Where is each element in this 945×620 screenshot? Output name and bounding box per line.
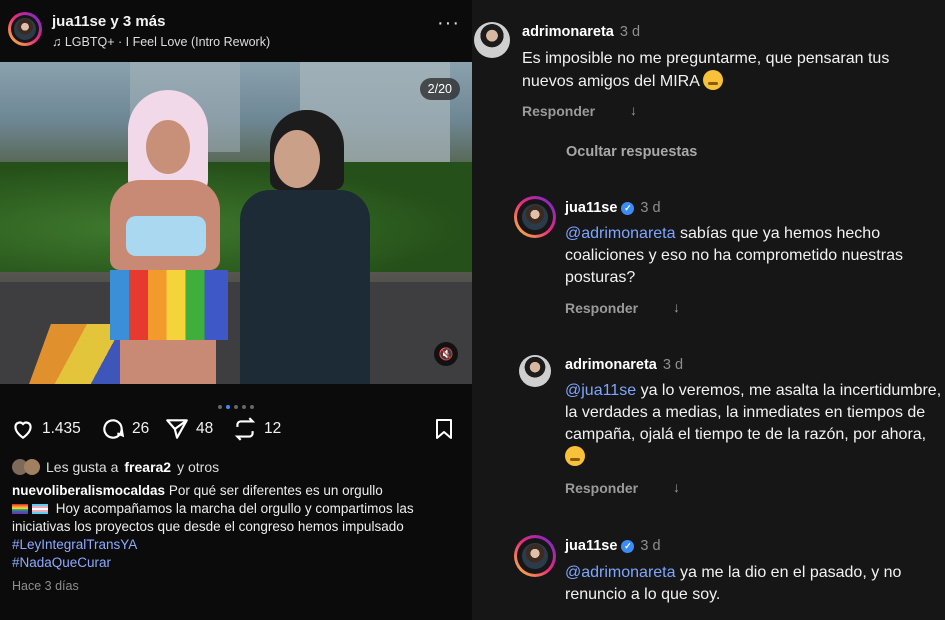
post-music[interactable]: ♫ LGBTQ+ · I Feel Love (Intro Rework) — [52, 35, 270, 49]
comment-icon — [103, 419, 125, 439]
carousel-dots — [0, 396, 472, 414]
share-count: 48 — [196, 420, 214, 437]
translate-down-arrow-icon[interactable]: ↓ — [673, 479, 680, 495]
liked-by-prefix: Les gusta a — [46, 459, 119, 475]
comment-text: @adrimonareta ya me la dio en el pasado,… — [565, 564, 902, 603]
comments-panel — [472, 0, 945, 620]
repost-button[interactable]: 12 — [232, 416, 281, 442]
like-button[interactable]: 1.435 — [10, 416, 81, 442]
post-actions: 1.435 26 48 12 — [10, 416, 460, 444]
verified-badge-icon: ✓ — [621, 540, 635, 553]
carousel-dot — [218, 405, 222, 409]
comment-time: 3 d — [640, 538, 661, 554]
repost-count: 12 — [264, 420, 282, 437]
comment-text: @jua11se ya lo veremos, me asalta la inc… — [565, 380, 945, 469]
comment-count: 26 — [132, 420, 150, 437]
share-button[interactable]: 48 — [164, 416, 213, 442]
comment-mention[interactable]: @jua11se — [565, 382, 636, 399]
rainbow-flag-icon — [12, 504, 28, 515]
carousel-dot — [242, 405, 246, 409]
more-dots-icon[interactable]: ··· — [437, 13, 460, 33]
liked-by-user[interactable]: freara2 — [124, 459, 171, 475]
post-music-label: LGBTQ+ · I Feel Love (Intro Rework) — [64, 35, 271, 49]
commenter-avatar[interactable] — [514, 535, 556, 577]
send-icon — [166, 419, 188, 439]
post-author-avatar[interactable] — [8, 12, 42, 46]
carousel-dot-active — [226, 405, 230, 409]
caption-username[interactable]: nuevoliberalismocaldas — [12, 483, 165, 498]
heart-icon — [14, 421, 32, 439]
hashtag-link[interactable]: #NadaQueCurar — [12, 555, 111, 570]
muted-speaker-icon[interactable]: 🔇 — [434, 342, 458, 366]
carousel-counter: 2/20 — [419, 78, 460, 100]
post-caption: nuevoliberalismocaldas Por qué ser difer… — [12, 482, 460, 572]
post-author-line[interactable]: jua11se y 3 más — [52, 13, 165, 30]
reply-button[interactable]: Responder — [565, 480, 638, 496]
save-button[interactable] — [432, 416, 456, 447]
commenter-avatar[interactable] — [514, 196, 556, 238]
hide-replies-button[interactable]: Ocultar respuestas — [566, 144, 697, 160]
reply-button[interactable]: Responder — [522, 103, 595, 119]
post-photo[interactable]: 2/20 🔇 — [0, 62, 472, 384]
comment-username[interactable]: adrimonareta 3 d — [565, 357, 683, 373]
comment-text: Es imposible no me preguntarme, que pens… — [522, 50, 890, 90]
commenter-avatar[interactable] — [519, 355, 551, 387]
like-count: 1.435 — [42, 420, 81, 437]
bookmark-icon — [436, 419, 452, 439]
post-time-ago: Hace 3 días — [12, 579, 79, 593]
post-coauthors[interactable]: y 3 más — [110, 13, 165, 30]
caption-text-2: Hoy acompañamos la marcha del orgullo y … — [12, 501, 414, 534]
liked-by-suffix: y otros — [177, 459, 220, 475]
hashtag-link[interactable]: #LeyIntegralTransYA — [12, 537, 137, 552]
post-author-username[interactable]: jua11se — [52, 13, 106, 30]
music-note-icon: ♫ — [52, 35, 62, 49]
comment-mention[interactable]: @adrimonareta — [565, 225, 676, 242]
comment-username[interactable]: adrimonareta 3 d — [522, 24, 640, 40]
translate-down-arrow-icon[interactable]: ↓ — [673, 299, 680, 315]
comment-username[interactable]: jua11se ✓ 3 d — [565, 200, 661, 216]
comment-mention[interactable]: @adrimonareta — [565, 564, 676, 581]
comment-button[interactable]: 26 — [100, 416, 149, 442]
comment-text: @adrimonareta sabías que ya hemos hecho … — [565, 225, 903, 286]
comment-time: 3 d — [662, 357, 684, 373]
repost-icon — [234, 417, 256, 441]
commenter-avatar[interactable] — [474, 22, 510, 58]
verified-badge-icon: ✓ — [621, 202, 635, 215]
comment-username[interactable]: jua11se ✓ 3 d — [565, 538, 661, 554]
post-panel: jua11se y 3 más ♫ LGBTQ+ · I Feel Love (… — [0, 0, 472, 620]
trans-flag-icon — [32, 504, 48, 515]
grimace-emoji — [565, 446, 585, 466]
comment-time: 3 d — [640, 200, 661, 216]
sweat-smile-emoji — [703, 70, 724, 90]
reply-button[interactable]: Responder — [565, 300, 638, 316]
carousel-dot — [234, 405, 238, 409]
caption-text-1: Por qué ser diferentes es un orgullo — [168, 483, 383, 498]
liked-by[interactable]: Les gusta a freara2 y otros — [12, 459, 219, 475]
comment-time: 3 d — [619, 24, 641, 40]
liker-avatar — [24, 459, 40, 475]
carousel-dot — [250, 405, 254, 409]
translate-down-arrow-icon[interactable]: ↓ — [630, 102, 637, 118]
